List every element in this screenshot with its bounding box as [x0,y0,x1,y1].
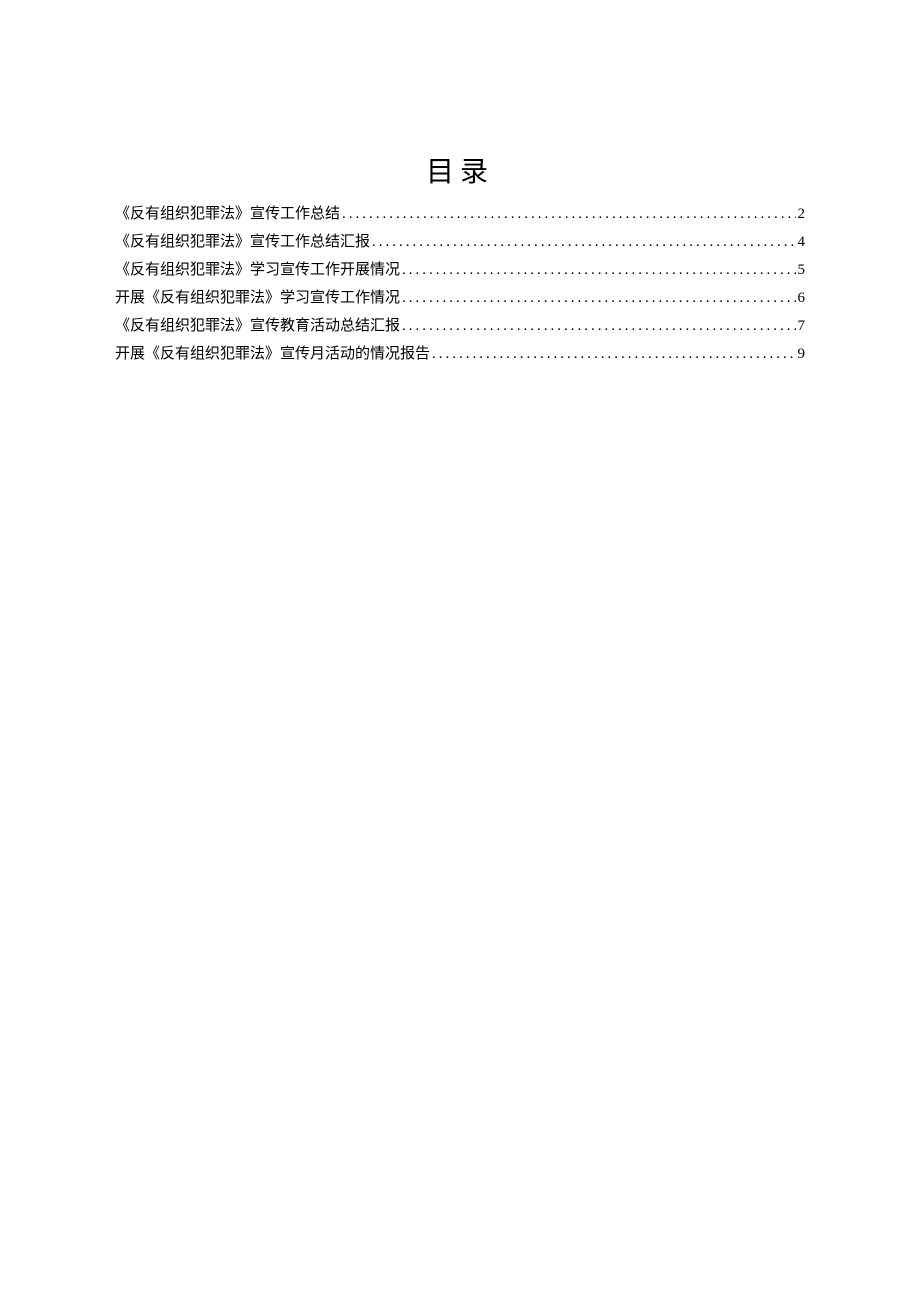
toc-entry-page: 2 [798,200,806,228]
document-page: 目录 《反有组织犯罪法》宣传工作总结 2 《反有组织犯罪法》宣传工作总结汇报 4… [0,0,920,1301]
toc-entry: 开展《反有组织犯罪法》宣传月活动的情况报告 9 [115,340,805,368]
toc-entry-label: 开展《反有组织犯罪法》学习宣传工作情况 [115,284,400,312]
toc-title: 目录 [115,150,805,190]
toc-entry: 《反有组织犯罪法》宣传工作总结汇报 4 [115,228,805,256]
toc-entry-page: 9 [798,340,806,368]
toc-entry-label: 《反有组织犯罪法》宣传工作总结 [115,200,340,228]
toc-entry-label: 《反有组织犯罪法》学习宣传工作开展情况 [115,256,400,284]
toc-leader-dots [402,284,795,312]
toc-entry-page: 5 [798,256,806,284]
toc-leader-dots [402,256,795,284]
toc-entry: 开展《反有组织犯罪法》学习宣传工作情况 6 [115,284,805,312]
toc-leader-dots [342,200,795,228]
toc-entry-label: 《反有组织犯罪法》宣传教育活动总结汇报 [115,312,400,340]
toc-entry-page: 6 [798,284,806,312]
toc-leader-dots [372,228,795,256]
toc-entry-label: 《反有组织犯罪法》宣传工作总结汇报 [115,228,370,256]
toc-entry: 《反有组织犯罪法》学习宣传工作开展情况 5 [115,256,805,284]
toc-entry-page: 7 [798,312,806,340]
toc-entry-page: 4 [798,228,806,256]
toc-entry-label: 开展《反有组织犯罪法》宣传月活动的情况报告 [115,340,430,368]
toc-entry: 《反有组织犯罪法》宣传工作总结 2 [115,200,805,228]
toc-entry: 《反有组织犯罪法》宣传教育活动总结汇报 7 [115,312,805,340]
toc-leader-dots [432,340,795,368]
toc-leader-dots [402,312,795,340]
